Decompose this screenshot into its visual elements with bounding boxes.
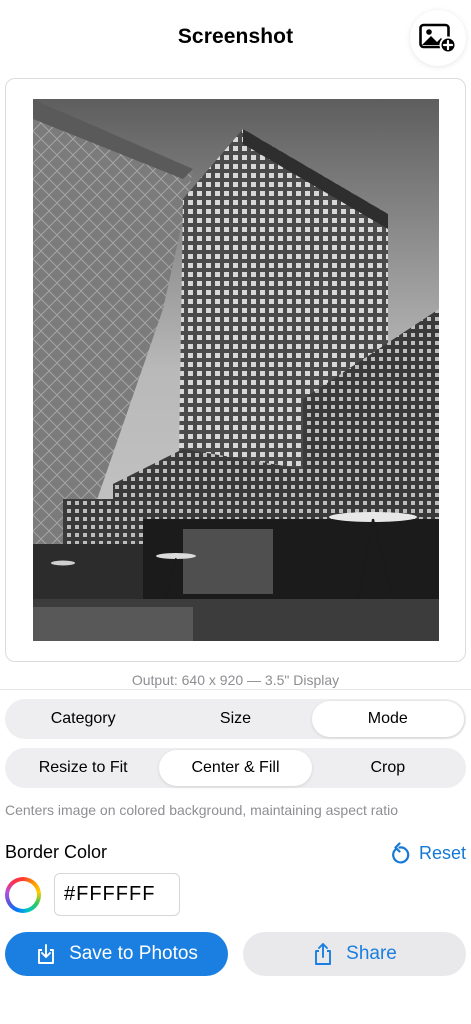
reset-button[interactable]: Reset [390, 842, 466, 864]
settings-segmented-control: Category Size Mode [5, 699, 466, 739]
divider [0, 689, 471, 690]
preview-photo [33, 99, 439, 641]
segment-size[interactable]: Size [159, 701, 311, 737]
preview-card [5, 78, 466, 662]
segment-resize-to-fit[interactable]: Resize to Fit [7, 750, 159, 786]
page-title: Screenshot [177, 25, 294, 48]
border-color-label: Border Color [5, 842, 108, 862]
hex-color-field[interactable]: #FFFFFF [54, 873, 180, 916]
reset-label: Reset [418, 842, 466, 863]
save-label: Save to Photos [69, 943, 198, 964]
download-icon [38, 944, 55, 964]
add-photo-button[interactable] [410, 10, 466, 66]
output-info: Output: 640 x 920 — 3.5" Display [131, 672, 340, 688]
share-label: Share [346, 943, 397, 964]
reset-icon [392, 842, 410, 864]
navigation-bar: Screenshot [0, 0, 471, 78]
mode-description: Centers image on colored background, mai… [5, 802, 399, 818]
segment-crop[interactable]: Crop [312, 750, 464, 786]
segment-category[interactable]: Category [7, 701, 159, 737]
building-photo [33, 99, 439, 641]
share-icon [315, 943, 332, 965]
save-to-photos-button[interactable]: Save to Photos [5, 932, 228, 976]
segment-mode[interactable]: Mode [311, 701, 464, 737]
color-picker-wheel[interactable] [5, 877, 41, 913]
share-button[interactable]: Share [243, 932, 466, 976]
mode-segmented-control: Resize to Fit Center & Fill Crop [5, 748, 466, 788]
photo-badge-plus-icon [419, 23, 457, 53]
segment-center-fill[interactable]: Center & Fill [159, 750, 312, 786]
